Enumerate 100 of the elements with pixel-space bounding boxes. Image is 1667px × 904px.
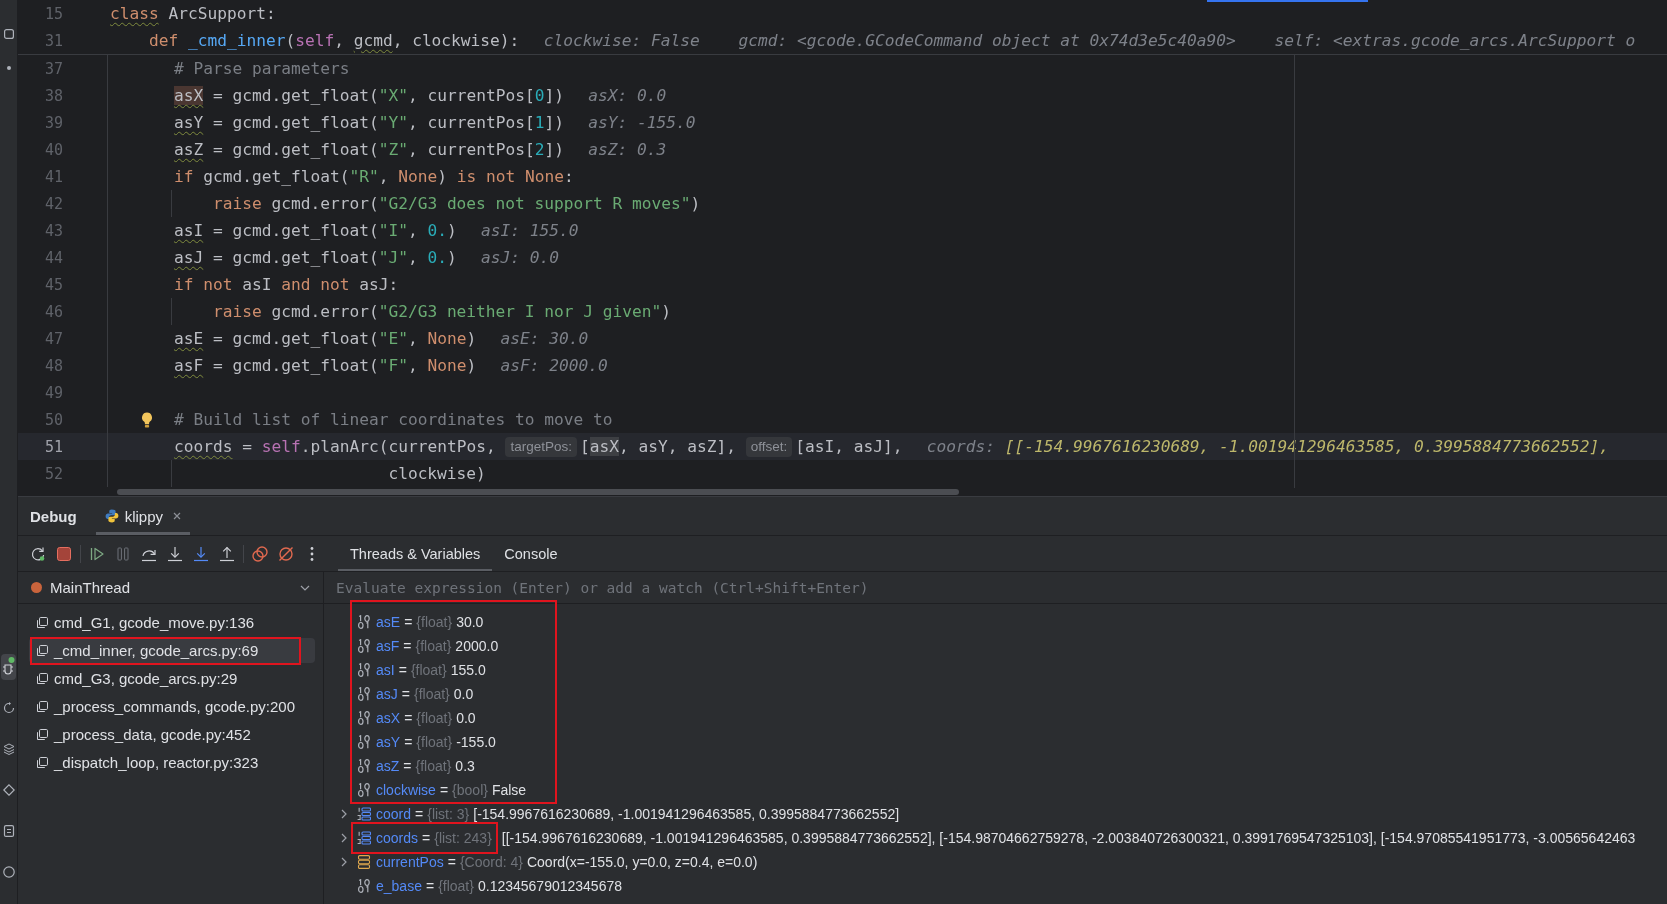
cycle-icon[interactable] [2, 701, 15, 714]
line-number: 43 [44, 220, 63, 241]
stacked-squares-icon [36, 728, 48, 741]
code-text: asY = gcmd.get_float("Y", currentPos[1]) [174, 111, 564, 134]
variable-type: {list: 3} [427, 806, 470, 822]
binary-digits-icon [357, 879, 371, 893]
equals-sign: = [401, 686, 410, 702]
code-text: [asX, asY, asZ], [579, 435, 737, 458]
line-number: 48 [44, 355, 63, 376]
close-icon[interactable] [173, 512, 182, 520]
variable-type: {Coord: 4} [459, 854, 523, 870]
lightbulb-icon[interactable] [141, 411, 153, 428]
variable-value: [-154.9967616230689, -1.001941296463585, 0.3995884773662552] [473, 806, 900, 822]
variable-type: {float} [414, 686, 450, 702]
frame-item[interactable]: _process_commands, gcode.py:200 [29, 694, 315, 719]
breakpoints-icon[interactable] [252, 545, 268, 562]
variable-value: 155.0 [450, 662, 486, 678]
variable-name: asZ [376, 758, 400, 774]
variable-type: {bool} [452, 782, 488, 798]
code-text: [asI, asJ], [795, 435, 903, 458]
code-text: def _cmd_inner(self, gcmd, clockwise): [148, 29, 520, 52]
variable-type: {float} [438, 878, 474, 894]
chevron-down-icon[interactable] [300, 584, 310, 591]
session-tab[interactable]: klippy [95, 497, 191, 535]
chevron-right-icon[interactable] [341, 833, 347, 843]
thread-dropdown[interactable]: MainThread [18, 572, 323, 604]
inline-value: gcmd: <gcode.GCodeCommand object at 0x74d3e5c40a90> [738, 31, 1236, 50]
line-number: 52 [44, 463, 63, 484]
code-text: if not asI and not asJ: [174, 273, 399, 296]
stacked-squares-icon [36, 616, 48, 629]
line-number: 44 [44, 247, 63, 268]
step-into-my-code-icon[interactable] [193, 545, 209, 562]
frame-item[interactable]: cmd_G1, gcode_move.py:136 [29, 610, 315, 635]
bug-icon[interactable] [1, 653, 16, 680]
circle-icon[interactable] [2, 865, 15, 878]
step-into-icon[interactable] [167, 545, 183, 562]
stop-icon[interactable] [56, 545, 72, 562]
variable-name: asY [376, 734, 401, 750]
code-text: raise gcmd.error("G2/G3 neither I nor J given") [212, 300, 672, 323]
python-icon [104, 509, 119, 523]
equals-sign: = [447, 854, 456, 870]
code-text: asF = gcmd.get_float("F", None) [174, 354, 477, 377]
variable-value: 0.0 [456, 710, 476, 726]
inline-value: asJ: 0.0 [481, 248, 559, 267]
variable-name: coords [376, 830, 419, 846]
square-icon[interactable] [3, 29, 14, 39]
line-number: 51 [44, 436, 63, 457]
code-text: asI = gcmd.get_float("I", 0.) [174, 219, 457, 242]
variable-name: asF [376, 638, 400, 654]
variable-type: {float} [415, 638, 452, 654]
resume-icon[interactable] [89, 545, 105, 562]
stacked-squares-icon [36, 672, 48, 685]
code-text: # Build list of linear coordinates to move to [174, 408, 613, 431]
line-number: 15 [44, 3, 63, 24]
more-icon[interactable] [310, 545, 314, 562]
frame-item[interactable]: _process_data, gcode.py:452 [29, 722, 315, 747]
variable-name: asJ [376, 686, 398, 702]
chevron-right-icon[interactable] [341, 857, 347, 867]
variable-type: {list: 243} [434, 830, 492, 846]
variable-type: {float} [410, 662, 447, 678]
code-text: raise gcmd.error("G2/G3 does not support R moves") [212, 192, 701, 215]
code-text: asE = gcmd.get_float("E", None) [174, 327, 477, 350]
variable-name: asX [376, 710, 401, 726]
rerun-icon[interactable] [30, 545, 46, 562]
view-tab[interactable]: Console [492, 536, 570, 571]
equals-sign: = [415, 806, 424, 822]
code-text: asJ = gcmd.get_float("J", 0.) [174, 246, 457, 269]
code-text: if gcmd.get_float("R", None) is not None: [174, 165, 574, 188]
frame-item[interactable]: _dispatch_loop, reactor.py:323 [29, 750, 315, 775]
line-number: 41 [44, 166, 63, 187]
diamond-icon[interactable] [2, 783, 15, 796]
mute-breakpoints-icon[interactable] [278, 545, 294, 562]
inline-value: asE: 30.0 [500, 329, 589, 348]
equals-sign: = [425, 878, 435, 894]
code-text: clockwise) [388, 462, 486, 485]
frame-item[interactable]: _cmd_inner, gcode_arcs.py:69 [29, 638, 315, 663]
binary-digits-icon [357, 783, 371, 797]
scrollbar-thumb[interactable] [117, 488, 959, 495]
chevron-right-icon[interactable] [341, 809, 347, 819]
inline-value: clockwise: False [543, 31, 700, 50]
parameter-hint: offset: [745, 436, 793, 457]
inline-value: asY: -155.0 [588, 113, 696, 132]
dot-icon[interactable] [6, 66, 11, 70]
variable-value: 30.0 [456, 614, 484, 630]
binary-digits-icon [357, 711, 371, 725]
pause-icon[interactable] [115, 545, 131, 562]
document-icon[interactable] [2, 824, 15, 837]
inline-value: asI: 155.0 [481, 221, 579, 240]
inline-value: asF: 2000.0 [500, 356, 608, 375]
step-out-icon[interactable] [219, 545, 235, 562]
stacked-squares-icon [36, 756, 48, 769]
inline-value: asZ: 0.3 [588, 140, 667, 159]
equals-sign: = [398, 662, 407, 678]
line-number: 42 [44, 193, 63, 214]
stacked-squares-icon [36, 644, 48, 657]
variable-value: 2000.0 [455, 638, 499, 654]
binary-digits-icon [357, 615, 371, 629]
variable-value: -155.0 [456, 734, 496, 750]
frame-item[interactable]: cmd_G3, gcode_arcs.py:29 [29, 666, 315, 691]
layers-icon[interactable] [2, 742, 15, 755]
